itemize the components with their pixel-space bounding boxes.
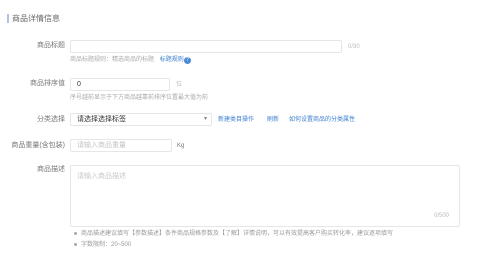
help-icon[interactable]: ? [184,57,191,64]
description-note-2: 字数限制：20~500 [74,241,131,249]
weight-unit: Kg [177,143,185,149]
sort-input[interactable] [70,78,170,91]
category-label: 分类选择 [37,116,65,123]
product-title-input[interactable] [70,40,342,53]
category-select[interactable]: 请选择选择标签 ▾ [70,113,212,126]
description-counter: 0/500 [434,213,450,219]
sort-hint: 序号越前显示于下方商品越靠前排序位置最大值为前 [70,95,209,101]
new-category-link[interactable]: 新建类目操作 [218,115,254,125]
title-rules-link[interactable]: 标题规则 [160,57,184,63]
category-help-link[interactable]: 如何设置商品的分类属性 [289,115,355,125]
section-title: 商品详情信息 [12,14,60,23]
section-header: 商品详情信息 [0,0,500,30]
product-title-label: 商品标题 [37,42,65,49]
description-label: 商品描述 [37,166,65,173]
product-title-hint-text: 商品标题规则：精选商品的标题 [70,57,155,63]
product-title-counter: 0/30 [348,44,360,50]
section-accent-bar [7,14,9,23]
weight-input[interactable] [70,139,172,152]
weight-label: 商品重量(含包装) [11,142,65,149]
bullet-icon [74,231,77,235]
bullet-icon [74,242,77,246]
sort-label: 商品排序值 [30,80,65,87]
description-textarea[interactable] [70,165,460,227]
category-selected-value: 请选择选择标签 [77,116,126,123]
sort-unit: 位 [176,82,183,88]
refresh-link[interactable]: 刷新 [267,115,279,125]
description-note-1: 商品描述建议填写【参数描述】条件商品规格参数及【了解】详情说明，可以有效提高客户… [74,230,393,238]
chevron-down-icon: ▾ [203,116,207,122]
product-title-hint: 商品标题规则：精选商品的标题 标题规则 [70,56,184,65]
